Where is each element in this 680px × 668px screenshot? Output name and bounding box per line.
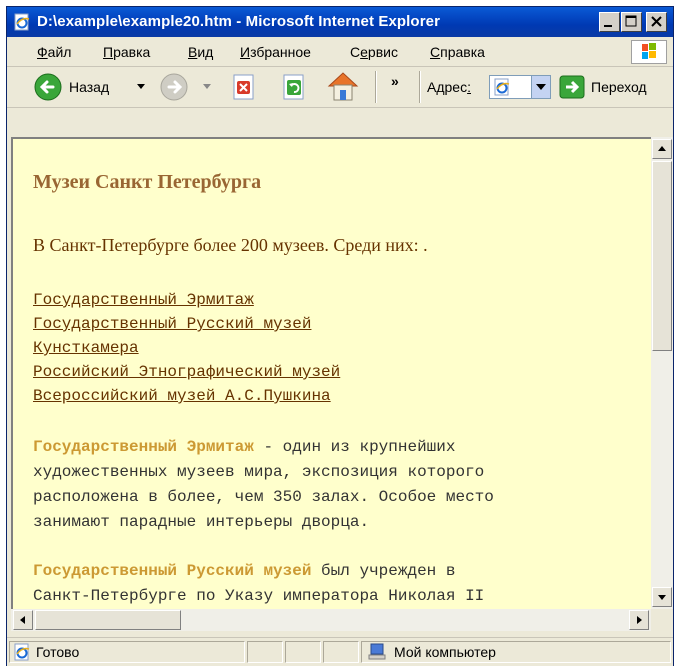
scroll-up-button[interactable] <box>652 139 672 159</box>
horizontal-scrollbar[interactable] <box>11 609 651 631</box>
link-ethnographic-museum[interactable]: Российский Этнографический музей <box>33 360 340 384</box>
windows-logo-icon <box>642 43 656 59</box>
scroll-right-button[interactable] <box>629 610 649 630</box>
address-label: Адрес: <box>427 79 471 95</box>
computer-icon <box>368 643 386 660</box>
chevron-down-icon <box>137 84 145 89</box>
link-hermitage[interactable]: Государственный Эрмитаж <box>33 288 340 312</box>
menu-edit[interactable]: Правка <box>103 44 150 60</box>
title-bar[interactable]: D:\example\example20.htm - Microsoft Int… <box>7 7 673 37</box>
minimize-button[interactable] <box>599 12 620 32</box>
close-button[interactable] <box>646 12 667 32</box>
go-label: Переход <box>591 79 647 95</box>
ie-page-icon <box>14 13 30 31</box>
arrow-right-icon <box>637 616 642 624</box>
link-kunstkamera[interactable]: Кунсткамера <box>33 336 340 360</box>
toolbar-separator <box>375 71 377 103</box>
windows-logo <box>631 40 667 64</box>
status-pane-zone: Мой компьютер <box>361 641 671 663</box>
minimize-icon <box>604 25 612 27</box>
status-pane-main: Готово <box>9 641 245 663</box>
address-field[interactable] <box>489 75 551 99</box>
paragraph-hermitage-title: Государственный Эрмитаж <box>33 438 254 456</box>
page-intro: В Санкт-Петербурге более 200 музеев. Сре… <box>33 235 428 255</box>
address-dropdown-button[interactable] <box>531 76 550 98</box>
toolbar-overflow-chevron[interactable]: » <box>391 73 399 89</box>
ie-page-icon <box>14 643 30 661</box>
go-arrow-icon <box>559 75 585 99</box>
menu-tools[interactable]: Сервис <box>350 44 398 60</box>
chevron-down-icon <box>536 84 546 90</box>
go-button[interactable]: Переход <box>559 73 669 101</box>
menu-bar: Файл Правка Вид Избранное Сервис Справка <box>7 38 673 67</box>
refresh-icon <box>283 74 304 100</box>
back-arrow-icon <box>34 73 62 101</box>
maximize-icon <box>625 15 637 27</box>
vertical-scrollbar[interactable] <box>651 137 673 609</box>
scroll-left-button[interactable] <box>13 610 33 630</box>
close-icon <box>651 16 662 27</box>
status-pane-progress <box>247 641 283 663</box>
arrow-up-icon <box>658 146 666 151</box>
toolbar-separator <box>419 71 421 103</box>
page-heading: Музеи Санкт Петербурга <box>33 171 262 193</box>
back-label: Назад <box>69 79 110 95</box>
vertical-scroll-thumb[interactable] <box>652 161 672 351</box>
museum-links: Государственный Эрмитаж Государственный … <box>33 288 340 408</box>
window-title: D:\example\example20.htm - Microsoft Int… <box>37 13 441 30</box>
menu-favorites[interactable]: Избранное <box>240 44 311 60</box>
link-pushkin-museum[interactable]: Всероссийский музей А.С.Пушкина <box>33 384 340 408</box>
paragraph-hermitage: Государственный Эрмитаж - один из крупне… <box>33 435 643 535</box>
menu-file[interactable]: Файл <box>37 44 71 60</box>
status-pane-blank <box>323 641 359 663</box>
stop-button[interactable] <box>229 72 259 102</box>
arrow-down-icon <box>658 595 666 600</box>
forward-arrow-icon <box>160 73 188 101</box>
paragraph-russian-museum-title: Государственный Русский музей <box>33 562 312 580</box>
arrow-left-icon <box>20 616 25 624</box>
chevron-down-icon <box>203 84 211 89</box>
scrollbar-corner <box>651 609 673 631</box>
home-button[interactable] <box>325 69 361 103</box>
stop-icon <box>233 74 254 100</box>
refresh-button[interactable] <box>279 72 309 102</box>
link-russian-museum[interactable]: Государственный Русский музей <box>33 312 340 336</box>
forward-button[interactable] <box>157 70 213 104</box>
home-icon <box>327 72 359 101</box>
standard-toolbar: Назад » Адрес: Переход <box>7 67 673 108</box>
scroll-down-button[interactable] <box>652 587 672 607</box>
horizontal-scroll-thumb[interactable] <box>35 610 181 630</box>
status-text: Готово <box>36 644 80 660</box>
page-viewport[interactable]: Музеи Санкт Петербурга В Санкт-Петербург… <box>11 137 651 609</box>
paragraph-russian-museum: Государственный Русский музей был учрежд… <box>33 559 643 609</box>
back-button[interactable]: Назад <box>31 70 149 104</box>
browser-window: D:\example\example20.htm - Microsoft Int… <box>6 6 674 666</box>
status-bar: Готово Мой компьютер <box>7 637 673 666</box>
menu-help[interactable]: Справка <box>430 44 485 60</box>
menu-view[interactable]: Вид <box>188 44 213 60</box>
ie-page-icon <box>494 78 510 96</box>
maximize-button[interactable] <box>621 12 642 32</box>
status-pane-blank <box>285 641 321 663</box>
zone-label: Мой компьютер <box>394 644 496 660</box>
